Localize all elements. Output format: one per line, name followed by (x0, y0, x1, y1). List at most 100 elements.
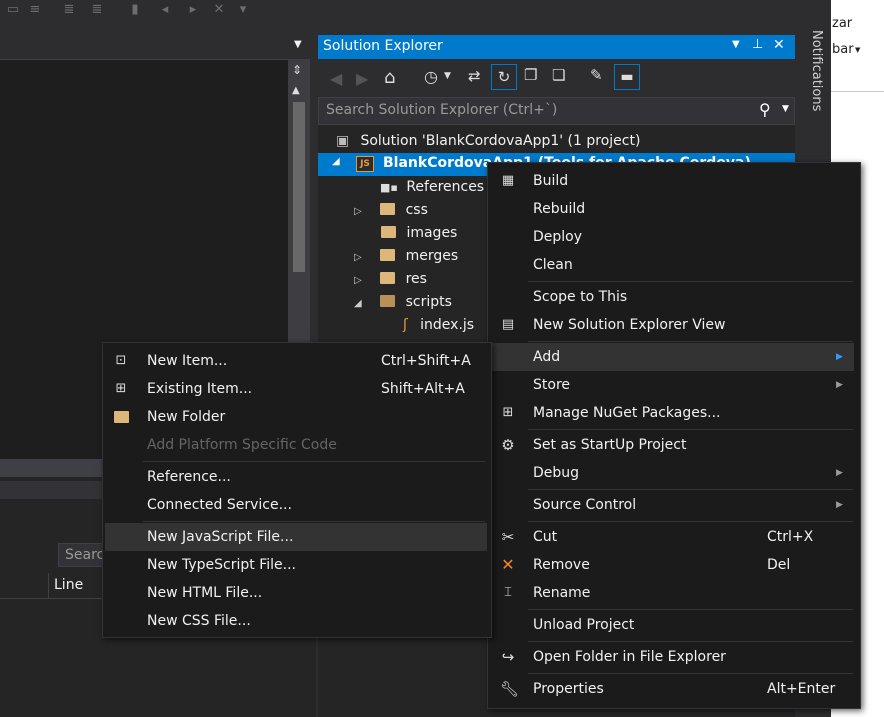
folder-icon (380, 203, 396, 215)
submenu-arrow-icon: ▶ (836, 380, 843, 390)
add-submenu: ⊡ New Item... Ctrl+Shift+A ⊞ Existing It… (102, 342, 492, 638)
menu-item-build[interactable]: ▦ Build (488, 167, 858, 195)
main-toolbar: ▭ ≡ ≣ ≣ ▮ ◂ ▸ ✕ ▾ (0, 0, 800, 24)
menu-separator (528, 341, 853, 342)
menu-item-open-folder[interactable]: ↪ Open Folder in File Explorer (488, 643, 858, 671)
expanded-arrow-icon[interactable]: ◢ (332, 156, 340, 167)
search-options-icon[interactable]: ▼ (782, 104, 789, 114)
tree-item-solution[interactable]: ▣ Solution 'BlankCordovaApp1' (1 project… (336, 130, 640, 153)
tree-item-references[interactable]: ■▪ References (380, 176, 484, 199)
search-icon[interactable]: ⚲ (759, 100, 771, 119)
submenu-arrow-icon: ▶ (836, 500, 843, 510)
menu-item-remove[interactable]: ✕ Remove Del (488, 551, 858, 579)
menu-item-properties[interactable]: 🔧︎ Properties Alt+Enter (488, 675, 858, 703)
menu-item-new-css-file[interactable]: New CSS File... (103, 607, 489, 635)
remove-x-icon: ✕ (501, 555, 515, 574)
menu-item-rebuild[interactable]: Rebuild (488, 195, 858, 223)
menu-item-new-typescript-file[interactable]: New TypeScript File... (103, 551, 489, 579)
refresh-icon[interactable]: ↻ (491, 64, 517, 90)
tree-item-res[interactable]: ▷ res (354, 268, 427, 291)
project-context-menu: ▦ Build Rebuild Deploy Clean Scope to Th… (487, 162, 861, 709)
home-icon[interactable]: ⌂ (384, 67, 395, 88)
partial-dropdown-icon[interactable]: ▼ (855, 46, 860, 54)
collapsed-arrow-icon[interactable]: ▷ (354, 275, 362, 286)
expanded-arrow-icon[interactable]: ◢ (354, 298, 362, 309)
comment-icon[interactable]: ≣ (62, 3, 76, 17)
prev-bookmark-icon[interactable]: ◂ (158, 3, 172, 17)
dropdown-icon[interactable]: ▼ (444, 71, 451, 81)
window-menu-icon[interactable]: ▼ (732, 39, 740, 50)
toolbar-overflow-icon[interactable]: ▾ (236, 3, 250, 17)
properties-icon[interactable]: ✎ (590, 66, 603, 84)
submenu-arrow-icon: ▶ (836, 468, 843, 478)
menu-item-deploy[interactable]: Deploy (488, 223, 858, 251)
column-line-header[interactable]: Line (54, 577, 83, 593)
menu-separator (528, 521, 853, 522)
menu-item-set-startup[interactable]: ⚙ Set as StartUp Project (488, 431, 858, 459)
menu-item-new-item[interactable]: ⊡ New Item... Ctrl+Shift+A (103, 347, 489, 375)
menu-item-existing-item[interactable]: ⊞ Existing Item... Shift+Alt+A (103, 375, 489, 403)
menu-item-rename[interactable]: ⌶ Rename (488, 579, 858, 607)
js-file-icon: ʃ (403, 317, 408, 333)
collapsed-arrow-icon[interactable]: ▷ (354, 252, 362, 263)
collapsed-arrow-icon[interactable]: ▷ (354, 206, 362, 217)
notifications-tab[interactable]: Notifications (800, 30, 824, 140)
collapse-all-icon[interactable]: ❐ (524, 66, 537, 84)
menu-item-new-html-file[interactable]: New HTML File... (103, 579, 489, 607)
solution-explorer-search[interactable]: Search Solution Explorer (Ctrl+`) ⚲ ▼ (318, 97, 795, 125)
submenu-arrow-icon: ▶ (836, 352, 843, 362)
dropdown-arrow-icon[interactable]: ▼ (294, 39, 302, 50)
menu-item-clean[interactable]: Clean (488, 251, 858, 279)
clear-bookmarks-icon[interactable]: ✕ (212, 3, 226, 17)
open-folder-icon (380, 295, 396, 307)
tree-item-css[interactable]: ▷ css (354, 199, 428, 222)
menu-item-cut[interactable]: ✂ Cut Ctrl+X (488, 523, 858, 551)
menu-item-unload-project[interactable]: Unload Project (488, 611, 858, 639)
menu-item-store[interactable]: Store ▶ (488, 371, 858, 399)
pending-changes-icon[interactable]: ◷ (424, 67, 438, 86)
build-icon: ▦ (501, 173, 515, 188)
pin-icon[interactable]: ⊥ (752, 37, 763, 52)
next-bookmark-icon[interactable]: ▸ (186, 3, 200, 17)
menu-item-debug[interactable]: Debug ▶ (488, 459, 858, 487)
preview-icon[interactable]: ▬ (614, 64, 640, 90)
menu-item-connected-service[interactable]: Connected Service... (103, 491, 489, 519)
menu-separator (528, 281, 853, 282)
split-icon[interactable]: ⇕ (292, 63, 302, 77)
sync-icon[interactable]: ⇄ (468, 67, 481, 85)
menu-item-manage-nuget[interactable]: ⊞ Manage NuGet Packages... (488, 399, 858, 427)
tree-item-merges[interactable]: ▷ merges (354, 245, 458, 268)
uncomment-icon[interactable]: ≣ (90, 3, 104, 17)
search-input[interactable]: Search Solution Explorer (Ctrl+`) (326, 102, 557, 118)
bookmark-icon[interactable]: ▮ (128, 3, 142, 17)
js-project-icon: JS (356, 156, 374, 172)
back-icon[interactable]: ◀ (330, 69, 342, 88)
solution-explorer-titlebar: Solution Explorer ▼ ⊥ ✕ (318, 35, 795, 59)
show-all-files-icon[interactable]: ❏ (552, 66, 565, 84)
tree-item-images[interactable]: images (381, 222, 457, 245)
close-icon[interactable]: ✕ (773, 37, 785, 53)
nuget-icon: ⊞ (502, 405, 514, 420)
solution-explorer-toolbar: ◀ ▶ ⌂ ◷ ▼ ⇄ ↻ ❐ ❏ ✎ ▬ (318, 59, 795, 97)
tree-item-index-js[interactable]: ʃ index.js (403, 314, 474, 337)
menu-item-new-folder[interactable]: New Folder (103, 403, 489, 431)
tree-item-scripts[interactable]: ◢ scripts (354, 291, 452, 314)
menu-item-reference[interactable]: Reference... (103, 463, 489, 491)
menu-item-source-control[interactable]: Source Control ▶ (488, 491, 858, 519)
menu-item-new-javascript-file[interactable]: New JavaScript File... (105, 523, 487, 551)
outline-icon[interactable]: ▭ (6, 3, 20, 17)
menu-separator (528, 489, 853, 490)
align-icon[interactable]: ≡ (28, 3, 42, 17)
scroll-thumb[interactable] (293, 102, 305, 272)
new-folder-icon (113, 410, 129, 424)
menu-item-scope-to-this[interactable]: Scope to This (488, 283, 858, 311)
forward-icon[interactable]: ▶ (356, 69, 368, 88)
menu-item-new-solution-explorer-view[interactable]: ▤ New Solution Explorer View (488, 311, 858, 339)
menu-separator (143, 521, 485, 522)
menu-item-add[interactable]: Add ▶ (490, 343, 854, 371)
wrench-icon: 🔧︎ (500, 680, 520, 698)
folder-icon (380, 249, 396, 261)
partial-text-2: bar (832, 42, 854, 57)
existing-item-icon: ⊞ (115, 381, 127, 396)
scroll-up-icon[interactable]: ▲ (292, 85, 300, 96)
